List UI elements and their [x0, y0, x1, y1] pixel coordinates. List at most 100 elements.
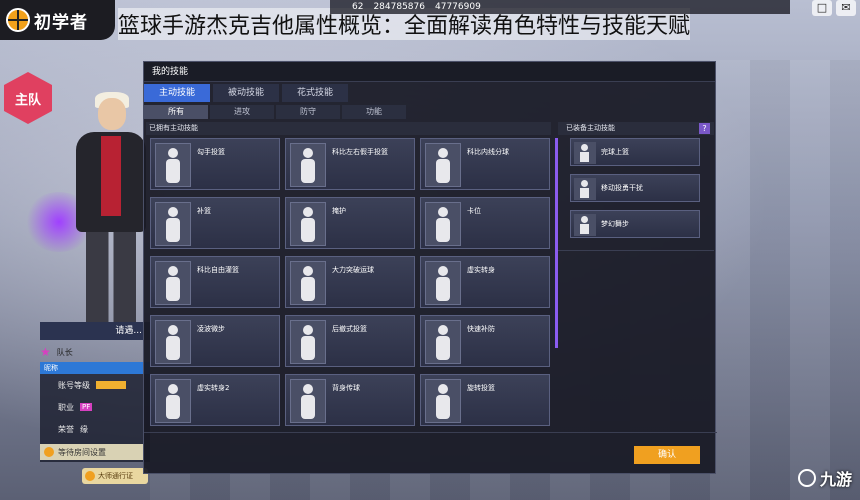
- skill-illustration-icon: [290, 202, 326, 246]
- skill-illustration-icon: [155, 143, 191, 187]
- trophy-icon: [85, 471, 95, 481]
- skill-illustration-icon: [290, 143, 326, 187]
- skill-card[interactable]: 虚实转身: [420, 256, 550, 308]
- skill-name: 虚实转身: [467, 266, 495, 274]
- skill-name: 后撤式投篮: [332, 325, 367, 333]
- basketball-icon: [6, 8, 30, 32]
- watermark-text: 九游: [819, 470, 852, 489]
- position-badge: PF: [80, 403, 93, 411]
- skill-illustration-icon: [574, 214, 596, 236]
- skill-illustration-icon: [425, 320, 461, 364]
- position-row: 职业 PF: [58, 402, 93, 412]
- skill-filter-tabs: 所有 进攻 防守 功能: [144, 105, 406, 119]
- skill-card[interactable]: 背身传球: [285, 374, 415, 426]
- skill-illustration-icon: [155, 379, 191, 423]
- logo-text: 初学者: [34, 12, 88, 33]
- account-level-row: 账号等级: [40, 374, 150, 396]
- skill-card[interactable]: 凌波微步: [150, 315, 280, 367]
- equipped-skills-list: 完球上篮移动投勇干扰 梦幻舞步: [570, 138, 700, 238]
- skill-illustration-icon: [155, 320, 191, 364]
- site-logo: 初学者: [0, 0, 115, 40]
- level-bar: [96, 381, 126, 389]
- nickname-header: 昵称: [40, 362, 150, 374]
- divider: [558, 250, 714, 251]
- honor-value: 缘: [80, 424, 88, 434]
- skill-card[interactable]: 大力突破运球: [285, 256, 415, 308]
- confirm-button[interactable]: 确认: [634, 446, 700, 464]
- skill-name: 凌波微步: [197, 325, 225, 333]
- skill-name: 补篮: [197, 207, 211, 215]
- room-settings-button[interactable]: 等待房间设置: [40, 444, 144, 460]
- settings-icon: [44, 447, 54, 457]
- skill-illustration-icon: [425, 379, 461, 423]
- honor-row: 荣誉 缘: [58, 424, 88, 434]
- jiuyou-logo-icon: [797, 469, 816, 487]
- tab-fancy-skills[interactable]: 花式技能: [282, 84, 348, 102]
- skill-type-tabs: 主动技能 被动技能 花式技能: [144, 84, 348, 102]
- skills-scrollbar[interactable]: [555, 138, 558, 348]
- skill-name: 大力突破运球: [332, 266, 374, 274]
- skill-name: 科比自由灌篮: [197, 266, 239, 274]
- star-icon: ★: [40, 345, 51, 359]
- skill-card[interactable]: 科比左右假手投篮: [285, 138, 415, 190]
- filter-defense[interactable]: 防守: [276, 105, 340, 119]
- greet-banner: 请遇...: [40, 322, 150, 340]
- filter-utility[interactable]: 功能: [342, 105, 406, 119]
- equipped-skill-name: 梦幻舞步: [601, 220, 629, 228]
- skill-card[interactable]: 掩护: [285, 197, 415, 249]
- skill-card[interactable]: 卡位: [420, 197, 550, 249]
- skill-card[interactable]: 科比自由灌篮: [150, 256, 280, 308]
- equipped-skill-name: 移动投勇干扰: [601, 184, 643, 192]
- skill-name: 勾手投篮: [197, 148, 225, 156]
- mail-icon[interactable]: ✉: [836, 0, 856, 16]
- skill-card[interactable]: 旋转投篮: [420, 374, 550, 426]
- skill-card[interactable]: 补篮: [150, 197, 280, 249]
- skill-name: 旋转投篮: [467, 384, 495, 392]
- skill-name: 科比左右假手投篮: [332, 148, 388, 156]
- skill-illustration-icon: [425, 261, 461, 305]
- stat-points: 47776909: [435, 2, 481, 12]
- equipped-skill-name: 完球上篮: [601, 148, 629, 156]
- window-title: 我的技能: [144, 62, 715, 82]
- skill-card[interactable]: 科比内线分球: [420, 138, 550, 190]
- skill-name: 快速补防: [467, 325, 495, 333]
- filter-all[interactable]: 所有: [144, 105, 208, 119]
- skill-illustration-icon: [290, 261, 326, 305]
- skill-illustration-icon: [290, 379, 326, 423]
- skill-name: 卡位: [467, 207, 481, 215]
- skill-card[interactable]: 后撤式投篮: [285, 315, 415, 367]
- owned-skills-grid: 勾手投篮 科比左右假手投篮 科比内线分球 补篮 掩护 卡位 科比自由灌篮 大力突破运球 虚实转身…: [150, 138, 550, 426]
- skill-illustration-icon: [425, 143, 461, 187]
- skill-name: 虚实转身2: [197, 384, 230, 392]
- equipped-skill-slot[interactable]: 完球上篮: [570, 138, 700, 166]
- help-icon[interactable]: ?: [699, 123, 710, 134]
- currency-bar: 62 284785876 47776909: [330, 0, 790, 14]
- equipped-skill-slot[interactable]: 移动投勇干扰: [570, 174, 700, 202]
- skill-illustration-icon: [155, 261, 191, 305]
- skill-card[interactable]: 虚实转身2: [150, 374, 280, 426]
- watermark: 九游: [797, 466, 852, 490]
- window-icon[interactable]: □: [812, 0, 832, 16]
- skill-illustration-icon: [155, 202, 191, 246]
- equipped-skill-slot[interactable]: 梦幻舞步: [570, 210, 700, 238]
- captain-label: 队长: [56, 347, 73, 357]
- skill-illustration-icon: [574, 178, 596, 200]
- skill-name: 背身传球: [332, 384, 360, 392]
- skill-illustration-icon: [425, 202, 461, 246]
- owned-skills-header: 已拥有主动技能: [146, 122, 551, 135]
- master-pass-button[interactable]: 大师通行证: [82, 468, 148, 484]
- captain-row: ★ 队长: [40, 344, 150, 360]
- divider: [144, 432, 717, 433]
- filter-offense[interactable]: 进攻: [210, 105, 274, 119]
- skill-card[interactable]: 快速补防: [420, 315, 550, 367]
- equipped-skills-header: 已装备主动技能 ?: [558, 122, 714, 135]
- stat-coins: 284785876: [373, 2, 425, 12]
- skills-window: 我的技能 主动技能 被动技能 花式技能 所有 进攻 防守 功能 已拥有主动技能 …: [143, 61, 717, 474]
- skill-illustration-icon: [574, 142, 596, 164]
- tab-passive-skills[interactable]: 被动技能: [213, 84, 279, 102]
- skill-illustration-icon: [290, 320, 326, 364]
- tab-active-skills[interactable]: 主动技能: [144, 84, 210, 102]
- skill-card[interactable]: 勾手投篮: [150, 138, 280, 190]
- player-character: [24, 92, 154, 332]
- skill-name: 掩护: [332, 207, 346, 215]
